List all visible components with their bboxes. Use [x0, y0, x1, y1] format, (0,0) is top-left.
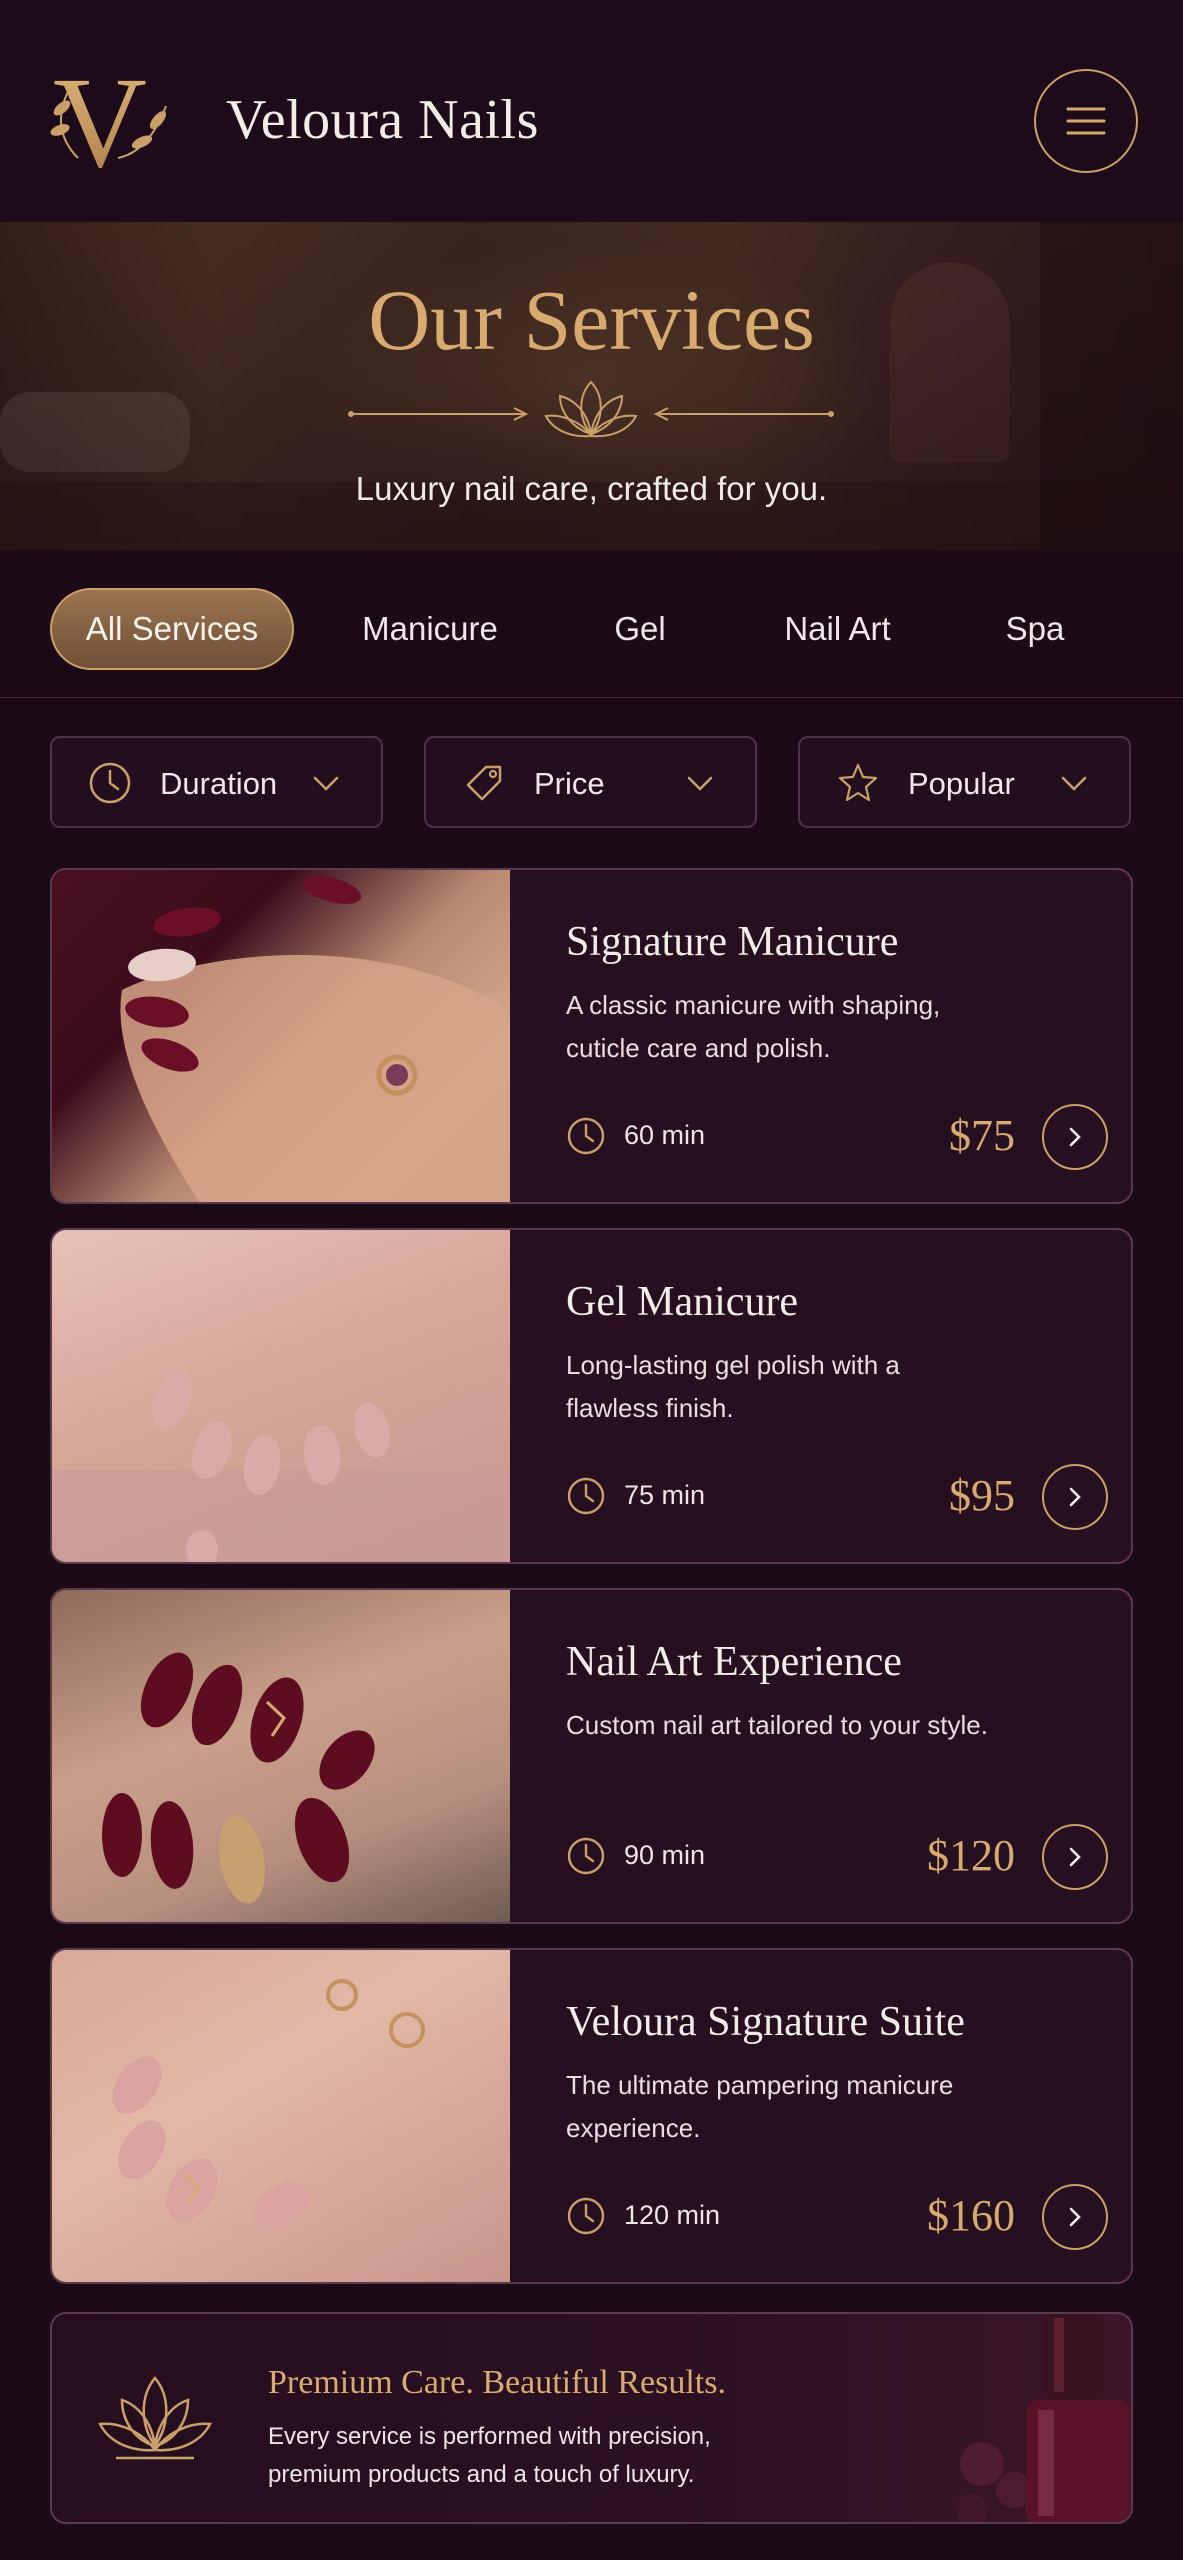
lotus-icon: [98, 2376, 212, 2460]
service-image-nail-art: [52, 1590, 510, 1922]
clock-icon: [89, 762, 131, 804]
chevron-right-icon: [1069, 2207, 1081, 2227]
service-price: $120: [927, 1831, 1015, 1880]
tab-all-services[interactable]: All Services: [50, 588, 294, 670]
menu-button[interactable]: [1034, 69, 1138, 173]
hamburger-menu-icon: [1066, 107, 1106, 135]
chevron-down-icon: [313, 776, 339, 791]
tab-spa[interactable]: Spa: [980, 588, 1090, 670]
brand-name: Veloura Nails: [226, 89, 539, 151]
service-price: $95: [949, 1471, 1015, 1520]
banner-text: Every service is performed with precisio…: [268, 2423, 711, 2488]
nail-polish-bottle-image: [956, 2314, 1130, 2522]
service-duration: 75 min: [624, 1480, 706, 1510]
clock-icon: [567, 1117, 605, 1155]
service-card-nail-art-experience[interactable]: Nail Art Experience Custom nail art tail…: [50, 1588, 1133, 1924]
chevron-down-icon: [1061, 776, 1087, 791]
lotus-divider-icon: [348, 380, 834, 438]
tag-icon: [466, 765, 502, 801]
service-details-button[interactable]: [1042, 2184, 1108, 2250]
popular-filter-dropdown[interactable]: Popular: [798, 736, 1131, 828]
popular-filter-label: Popular: [908, 766, 1015, 801]
service-title: Nail Art Experience: [566, 1639, 902, 1685]
clock-icon: [567, 1837, 605, 1875]
service-image-signature-manicure: [52, 870, 510, 1202]
price-filter-label: Price: [534, 766, 605, 801]
service-description: A classic manicure with shaping, cuticle…: [566, 990, 941, 1063]
veloura-logo-icon[interactable]: V: [48, 58, 176, 176]
banner-title: Premium Care. Beautiful Results.: [268, 2364, 726, 2401]
service-description: The ultimate pampering manicure experien…: [566, 2070, 954, 2143]
service-card-signature-manicure[interactable]: Signature Manicure A classic manicure wi…: [50, 868, 1133, 1204]
chevron-right-icon: [1069, 1487, 1081, 1507]
page-title: Our Services: [368, 272, 815, 368]
tab-nail-art[interactable]: Nail Art: [750, 588, 925, 670]
chevron-right-icon: [1069, 1127, 1081, 1147]
duration-filter-label: Duration: [160, 766, 278, 801]
service-image-gel-manicure: [52, 1230, 510, 1562]
clock-icon: [567, 2197, 605, 2235]
app-header: V Veloura Nails: [0, 0, 1183, 222]
service-card-gel-manicure[interactable]: Gel Manicure Long-lasting gel polish wit…: [50, 1228, 1133, 1564]
service-title: Signature Manicure: [566, 919, 899, 965]
premium-care-banner: Premium Care. Beautiful Results. Every s…: [50, 2312, 1133, 2524]
service-title: Veloura Signature Suite: [566, 1999, 965, 2045]
service-duration: 60 min: [624, 1120, 706, 1150]
chevron-down-icon: [687, 776, 713, 791]
service-duration: 120 min: [624, 2200, 721, 2230]
star-icon: [838, 763, 878, 802]
svg-text:V: V: [53, 58, 147, 176]
service-description: Custom nail art tailored to your style.: [566, 1710, 988, 1740]
service-duration: 90 min: [624, 1840, 706, 1870]
service-details-button[interactable]: [1042, 1464, 1108, 1530]
service-price: $160: [927, 2191, 1015, 2240]
service-image-signature-suite: [52, 1950, 510, 2282]
chevron-right-icon: [1069, 1847, 1081, 1867]
service-card-signature-suite[interactable]: Veloura Signature Suite The ultimate pam…: [50, 1948, 1133, 2284]
service-price: $75: [949, 1111, 1015, 1160]
service-details-button[interactable]: [1042, 1824, 1108, 1890]
category-tabs: All Services Manicure Gel Nail Art Spa: [0, 552, 1183, 698]
service-description: Long-lasting gel polish with a flawless …: [566, 1350, 900, 1423]
tab-gel[interactable]: Gel: [580, 588, 700, 670]
hero-subtitle: Luxury nail care, crafted for you.: [355, 470, 828, 507]
clock-icon: [567, 1477, 605, 1515]
tab-manicure[interactable]: Manicure: [330, 588, 530, 670]
price-filter-dropdown[interactable]: Price: [424, 736, 757, 828]
duration-filter-dropdown[interactable]: Duration: [50, 736, 383, 828]
service-title: Gel Manicure: [566, 1279, 799, 1325]
service-details-button[interactable]: [1042, 1104, 1108, 1170]
